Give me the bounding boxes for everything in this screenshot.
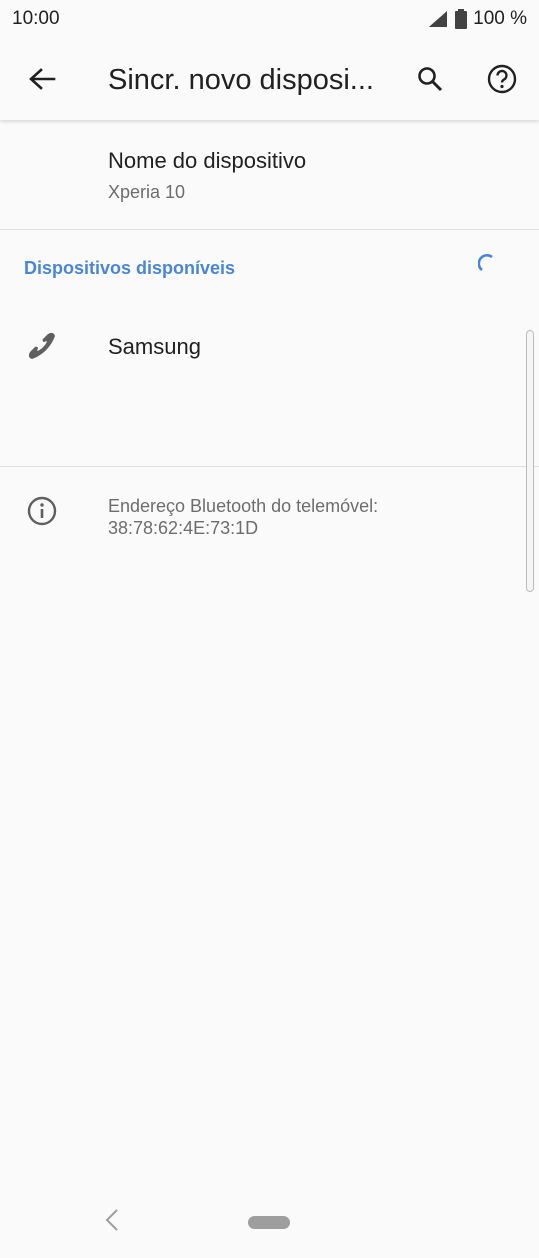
status-indicators: 100 %	[427, 8, 527, 30]
device-name-setting[interactable]: Nome do dispositivo Xperia 10	[0, 120, 539, 230]
help-circle-icon	[487, 64, 517, 94]
list-item[interactable]: Samsung	[0, 310, 539, 386]
page-title: Sincr. novo disposi...	[108, 64, 374, 96]
search-button[interactable]	[406, 55, 454, 103]
navigation-bar	[0, 1186, 539, 1258]
battery-percent: 100 %	[473, 8, 527, 29]
battery-icon	[455, 9, 468, 29]
device-label: Samsung	[108, 334, 201, 359]
search-icon	[418, 67, 443, 92]
bluetooth-address-label: Endereço Bluetooth do telemóvel:	[108, 496, 379, 516]
app-bar: Sincr. novo disposi...	[0, 38, 539, 120]
signal-icon	[427, 10, 449, 28]
device-name-value: Xperia 10	[108, 182, 186, 202]
available-devices-section: Dispositivos disponíveis Samsung	[0, 230, 539, 467]
nav-home-button[interactable]	[248, 1216, 290, 1229]
bluetooth-address-text: Endereço Bluetooth do telemóvel: 38:78:6…	[108, 495, 508, 539]
info-icon	[26, 495, 58, 532]
nav-back-button[interactable]	[104, 1208, 120, 1237]
chevron-left-icon	[105, 1209, 118, 1231]
available-devices-header: Dispositivos disponíveis	[24, 258, 236, 278]
bluetooth-address-info: Endereço Bluetooth do telemóvel: 38:78:6…	[0, 467, 539, 567]
bluetooth-address-value: 38:78:62:4E:73:1D	[108, 518, 259, 538]
arrow-back-icon	[29, 68, 56, 90]
loading-spinner-icon	[478, 254, 493, 272]
device-name-title: Nome do dispositivo	[108, 148, 307, 173]
help-button[interactable]	[478, 55, 526, 103]
back-button[interactable]	[18, 55, 66, 103]
status-time: 10:00	[12, 8, 60, 29]
phone-icon	[26, 330, 58, 367]
status-bar: 10:00 100 %	[0, 0, 539, 38]
